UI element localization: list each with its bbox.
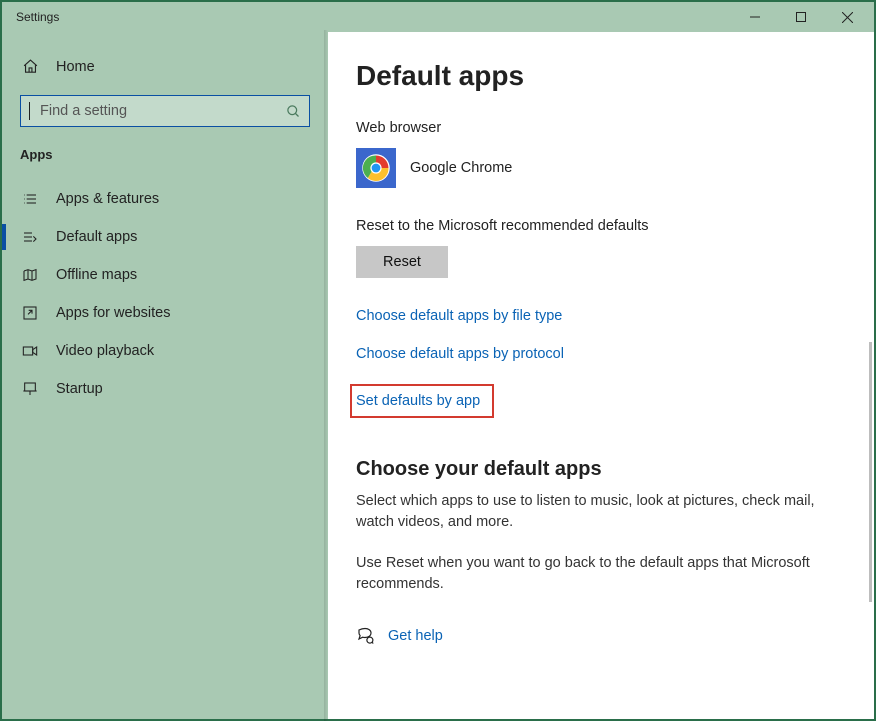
sidebar-nav: Apps & features Default apps Offline map…: [2, 180, 328, 408]
text-cursor: [29, 102, 30, 120]
help-row: Get help: [356, 627, 846, 645]
search-box[interactable]: [20, 95, 310, 127]
web-browser-label: Web browser: [356, 120, 846, 136]
search-wrapper: [20, 95, 310, 127]
window-title: Settings: [6, 10, 59, 24]
close-button[interactable]: [824, 2, 870, 32]
choose-paragraph-2: Use Reset when you want to go back to th…: [356, 553, 846, 595]
sidebar-item-apps-features[interactable]: Apps & features: [2, 180, 328, 218]
sidebar-item-label: Startup: [56, 381, 103, 397]
link-default-by-protocol[interactable]: Choose default apps by protocol: [356, 346, 846, 362]
open-icon: [20, 305, 40, 321]
sidebar-item-default-apps[interactable]: Default apps: [2, 218, 328, 256]
default-apps-icon: [20, 229, 40, 245]
startup-icon: [20, 381, 40, 397]
choose-heading: Choose your default apps: [356, 458, 846, 481]
sidebar-item-video-playback[interactable]: Video playback: [2, 332, 328, 370]
link-default-by-file-type[interactable]: Choose default apps by file type: [356, 308, 846, 324]
minimize-button[interactable]: [732, 2, 778, 32]
sidebar: Home Apps Apps & features: [2, 32, 328, 719]
video-icon: [20, 343, 40, 359]
highlight-box: Set defaults by app: [350, 384, 494, 418]
web-browser-app-row[interactable]: Google Chrome: [356, 148, 846, 188]
sidebar-item-label: Offline maps: [56, 267, 137, 283]
sidebar-item-startup[interactable]: Startup: [2, 370, 328, 408]
sidebar-item-label: Video playback: [56, 343, 154, 359]
home-icon: [20, 58, 40, 75]
maximize-button[interactable]: [778, 2, 824, 32]
help-icon: [356, 627, 374, 645]
web-browser-app-name: Google Chrome: [410, 160, 512, 176]
reset-label: Reset to the Microsoft recommended defau…: [356, 218, 846, 234]
sidebar-item-label: Apps & features: [56, 191, 159, 207]
page-title: Default apps: [356, 60, 846, 92]
sidebar-group-label: Apps: [2, 141, 328, 180]
choose-paragraph-1: Select which apps to use to listen to mu…: [356, 491, 846, 533]
search-input[interactable]: [40, 103, 278, 119]
titlebar: Settings: [2, 2, 874, 32]
sidebar-item-offline-maps[interactable]: Offline maps: [2, 256, 328, 294]
list-icon: [20, 191, 40, 207]
scrollbar[interactable]: [869, 342, 872, 602]
sidebar-home[interactable]: Home: [2, 50, 328, 85]
sidebar-item-label: Default apps: [56, 229, 137, 245]
sidebar-item-apps-websites[interactable]: Apps for websites: [2, 294, 328, 332]
sidebar-home-label: Home: [56, 59, 95, 75]
map-icon: [20, 267, 40, 283]
sidebar-item-label: Apps for websites: [56, 305, 170, 321]
chrome-icon: [356, 148, 396, 188]
reset-button[interactable]: Reset: [356, 246, 448, 278]
main-content: Default apps Web browser Google Chrome R…: [328, 32, 874, 719]
link-set-defaults-by-app[interactable]: Set defaults by app: [356, 393, 480, 409]
search-icon: [286, 104, 301, 119]
get-help-link[interactable]: Get help: [388, 628, 443, 644]
